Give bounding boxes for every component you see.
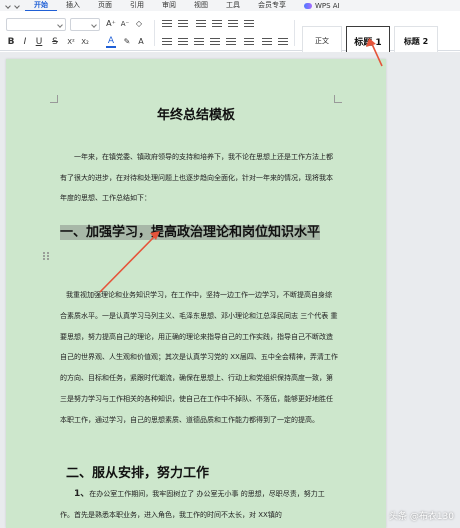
wps-ai-icon <box>304 2 312 9</box>
quick-access-chevrons[interactable] <box>0 0 25 11</box>
font-family-select[interactable] <box>6 18 66 31</box>
watermark: 头条 @布衣130 <box>388 512 454 522</box>
wps-ai-button[interactable]: WPS AI <box>295 2 349 10</box>
justify-icon[interactable] <box>210 38 220 46</box>
paragraph-work[interactable]: 1、在办公室工作期间，我牢固树立了 办公室无小事 的思想，尽职尽责，努力工作。首… <box>60 484 338 525</box>
shading-icon[interactable] <box>262 38 272 46</box>
margin-corner-mark <box>50 95 58 103</box>
divider <box>294 20 295 46</box>
heading-2[interactable]: 二、服从安排，努力工作 <box>66 462 209 481</box>
bullet-list-icon[interactable] <box>162 20 172 28</box>
grow-font-icon[interactable]: A⁺ <box>106 18 116 30</box>
chevron-down-icon <box>91 22 97 28</box>
heading-1-selected[interactable]: 一、加强学习，提高政治理论和岗位知识水平 <box>60 222 336 244</box>
line-spacing-icon[interactable] <box>244 38 254 46</box>
paragraph-intro[interactable]: 一年来，在镇党委、镇政府领导的支持和培养下，我不论在思想上还是工作方法上都有了很… <box>60 147 338 209</box>
tab-insert[interactable]: 插入 <box>57 0 89 11</box>
align-left-icon[interactable] <box>162 38 172 46</box>
list-number: 1、 <box>74 489 90 499</box>
tab-references[interactable]: 引用 <box>121 0 153 11</box>
decrease-indent-icon[interactable] <box>196 20 206 28</box>
tab-review[interactable]: 审阅 <box>153 0 185 11</box>
tab-tools[interactable]: 工具 <box>217 0 249 11</box>
char-border-icon[interactable]: A <box>136 36 146 48</box>
document-page[interactable]: 年终总结模板 一年来，在镇党委、镇政府领导的支持和培养下，我不论在思想上还是工作… <box>6 59 386 528</box>
tab-page[interactable]: 页面 <box>89 0 121 11</box>
document-title[interactable]: 年终总结模板 <box>6 104 386 123</box>
align-right-icon[interactable] <box>194 38 204 46</box>
formatting-group: A⁺ A⁻ ◇ B I U S X² X₂ A ✎ A <box>6 14 296 48</box>
italic-button[interactable]: I <box>20 36 30 48</box>
tab-home[interactable]: 开始 <box>25 1 57 11</box>
heading-1-text: 一、加强学习，提高政治理论和岗位知识水平 <box>60 225 321 240</box>
margin-corner-mark <box>334 95 342 103</box>
distribute-icon[interactable] <box>226 38 236 46</box>
wps-ai-label: WPS AI <box>315 1 340 10</box>
clear-format-icon[interactable]: ◇ <box>134 18 144 30</box>
drag-handle-icon[interactable] <box>43 252 49 260</box>
chevron-down-icon <box>57 22 63 28</box>
highlight-icon[interactable]: ✎ <box>122 36 132 48</box>
borders-icon[interactable] <box>278 38 288 46</box>
tab-view[interactable]: 视图 <box>185 0 217 11</box>
paragraph-study[interactable]: 我重视加强理论和业务知识学习，在工作中，坚持一边工作一边学习，不断提高自身综合素… <box>60 285 338 431</box>
underline-button[interactable]: U <box>34 36 44 48</box>
sort-icon[interactable] <box>228 20 238 28</box>
shrink-font-icon[interactable]: A⁻ <box>120 18 130 30</box>
show-marks-icon[interactable] <box>244 20 254 28</box>
divider <box>154 20 155 46</box>
font-color-button[interactable]: A <box>106 36 116 48</box>
paragraph-work-text: 在办公室工作期间，我牢固树立了 办公室无小事 的思想，尽职尽责，努力工作。首先是… <box>60 490 325 519</box>
superscript-button[interactable]: X² <box>66 36 76 48</box>
increase-indent-icon[interactable] <box>212 20 222 28</box>
tab-member[interactable]: 会员专享 <box>249 0 295 11</box>
ribbon-tab-bar: 开始 插入 页面 引用 审阅 视图 工具 会员专享 WPS AI <box>0 0 460 11</box>
strikethrough-button[interactable]: S <box>50 36 60 48</box>
align-center-icon[interactable] <box>178 38 188 46</box>
font-size-select[interactable] <box>70 18 100 31</box>
subscript-button[interactable]: X₂ <box>80 36 90 48</box>
wps-writer-window: 开始 插入 页面 引用 审阅 视图 工具 会员专享 WPS AI A⁺ A⁻ ◇… <box>0 0 460 528</box>
numbered-list-icon[interactable] <box>178 20 188 28</box>
bold-button[interactable]: B <box>6 36 16 48</box>
ribbon-toolbar: A⁺ A⁻ ◇ B I U S X² X₂ A ✎ A 正文 标题 1 标题 2 <box>0 11 460 56</box>
